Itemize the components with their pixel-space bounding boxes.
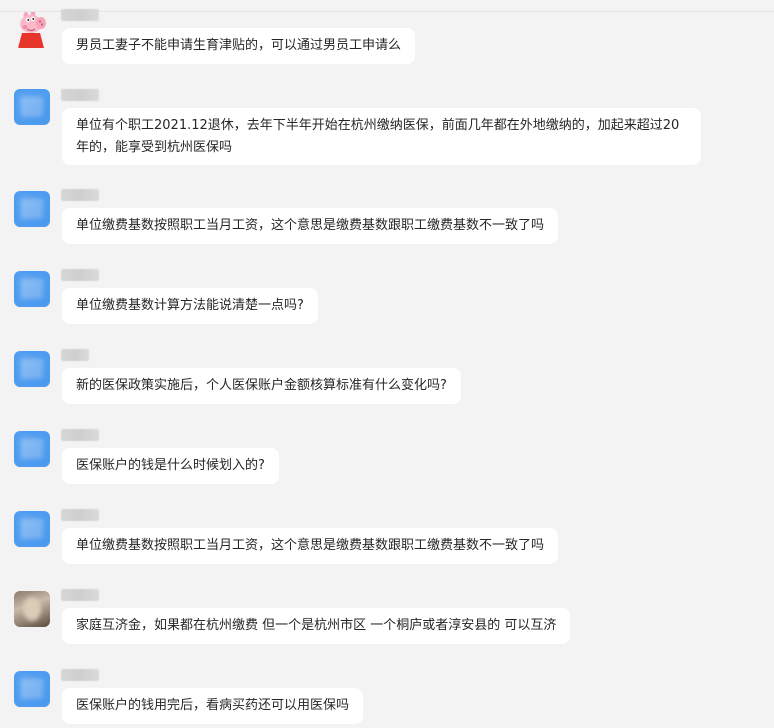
sender-name-redacted xyxy=(61,9,99,21)
message-bubble: 单位缴费基数按照职工当月工资，这个意思是缴费基数跟职工缴费基数不一致了吗 xyxy=(62,528,559,564)
message-bubble: 单位缴费基数计算方法能说清楚一点吗? xyxy=(62,288,318,324)
sender-name-redacted xyxy=(61,269,99,281)
sender-name-redacted xyxy=(61,89,99,101)
blurred-blue-avatar[interactable] xyxy=(14,671,50,707)
top-divider xyxy=(0,11,774,12)
sender-name-redacted xyxy=(61,349,89,361)
message-bubble: 单位缴费基数按照职工当月工资，这个意思是缴费基数跟职工缴费基数不一致了吗 xyxy=(62,208,559,244)
message-bubble: 医保账户的钱用完后，看病买药还可以用医保吗 xyxy=(62,688,364,724)
message-bubble: 男员工妻子不能申请生育津贴的，可以通过男员工申请么 xyxy=(62,28,416,64)
blurred-blue-avatar[interactable] xyxy=(14,511,50,547)
blurred-blue-avatar[interactable] xyxy=(14,431,50,467)
blurred-blue-avatar[interactable] xyxy=(14,271,50,307)
message-bubble: 家庭互济金，如果都在杭州缴费 但一个是杭州市区 一个桐庐或者淳安县的 可以互济 xyxy=(62,608,571,644)
sender-name-redacted xyxy=(61,669,99,681)
sender-name-redacted xyxy=(61,509,99,521)
message-bubble: 单位有个职工2021.12退休，去年下半年开始在杭州缴纳医保，前面几年都在外地缴… xyxy=(62,108,701,165)
peppa-pig-avatar[interactable] xyxy=(14,12,50,48)
message-bubble: 新的医保政策实施后，个人医保账户金额核算标准有什么变化吗? xyxy=(62,368,461,404)
message-bubble: 医保账户的钱是什么时候划入的? xyxy=(62,448,279,484)
blurred-blue-avatar[interactable] xyxy=(14,191,50,227)
sender-name-redacted xyxy=(61,589,99,601)
blurred-photo-avatar[interactable] xyxy=(14,591,50,627)
sender-name-redacted xyxy=(61,429,99,441)
sender-name-redacted xyxy=(61,189,99,201)
blurred-blue-avatar[interactable] xyxy=(14,89,50,125)
blurred-blue-avatar[interactable] xyxy=(14,351,50,387)
